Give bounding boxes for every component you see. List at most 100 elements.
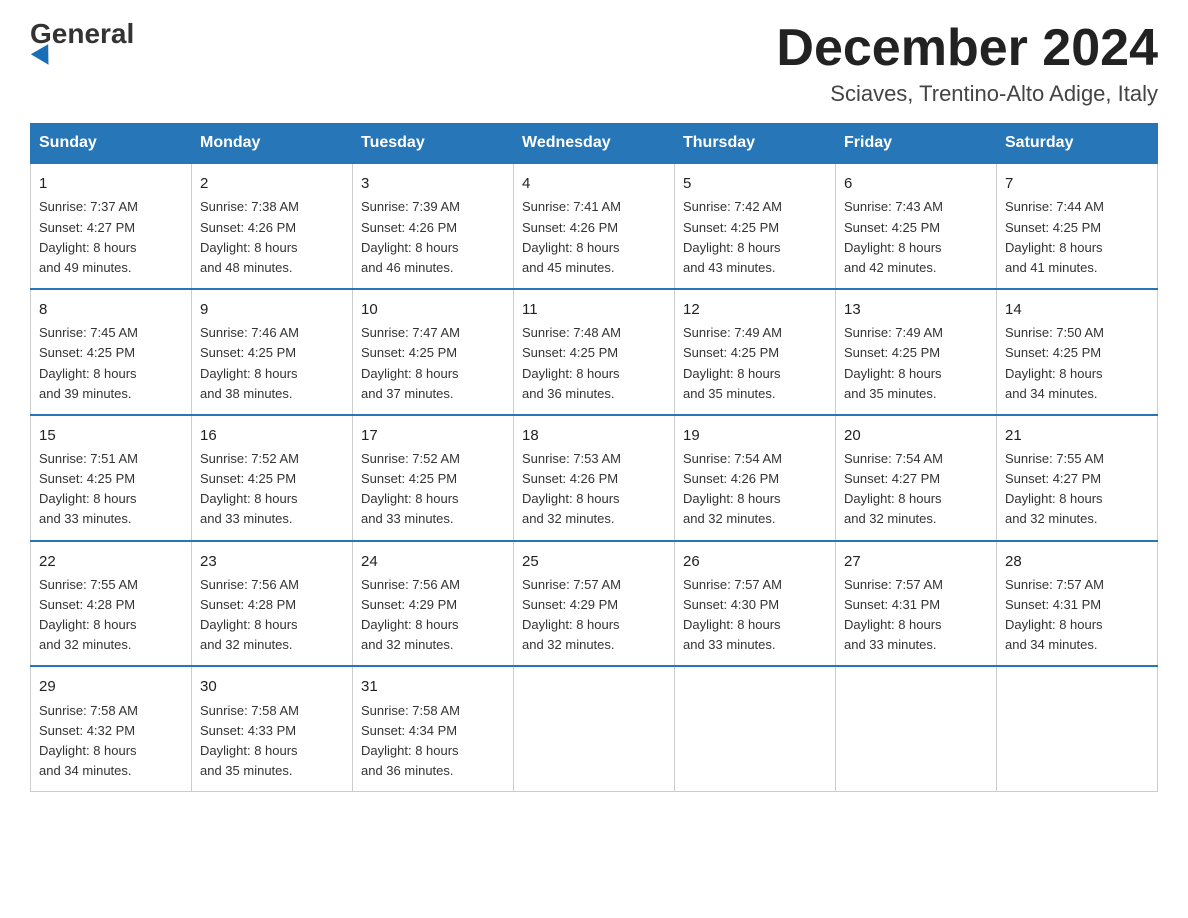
calendar-day-empty: [675, 666, 836, 791]
day-info: Sunrise: 7:58 AMSunset: 4:33 PMDaylight:…: [200, 701, 344, 782]
calendar-day-26: 26Sunrise: 7:57 AMSunset: 4:30 PMDayligh…: [675, 541, 836, 667]
calendar-day-30: 30Sunrise: 7:58 AMSunset: 4:33 PMDayligh…: [192, 666, 353, 791]
day-number: 25: [522, 550, 666, 573]
calendar-day-23: 23Sunrise: 7:56 AMSunset: 4:28 PMDayligh…: [192, 541, 353, 667]
day-info: Sunrise: 7:39 AMSunset: 4:26 PMDaylight:…: [361, 197, 505, 278]
day-number: 24: [361, 550, 505, 573]
day-info: Sunrise: 7:55 AMSunset: 4:27 PMDaylight:…: [1005, 449, 1149, 530]
day-info: Sunrise: 7:48 AMSunset: 4:25 PMDaylight:…: [522, 323, 666, 404]
day-info: Sunrise: 7:53 AMSunset: 4:26 PMDaylight:…: [522, 449, 666, 530]
day-number: 10: [361, 298, 505, 321]
calendar-day-14: 14Sunrise: 7:50 AMSunset: 4:25 PMDayligh…: [997, 289, 1158, 415]
weekday-header-sunday: Sunday: [31, 124, 192, 164]
day-info: Sunrise: 7:58 AMSunset: 4:34 PMDaylight:…: [361, 701, 505, 782]
day-info: Sunrise: 7:58 AMSunset: 4:32 PMDaylight:…: [39, 701, 183, 782]
calendar-day-7: 7Sunrise: 7:44 AMSunset: 4:25 PMDaylight…: [997, 163, 1158, 289]
calendar-day-18: 18Sunrise: 7:53 AMSunset: 4:26 PMDayligh…: [514, 415, 675, 541]
page-header: General December 2024 Sciaves, Trentino-…: [30, 20, 1158, 107]
day-info: Sunrise: 7:44 AMSunset: 4:25 PMDaylight:…: [1005, 197, 1149, 278]
calendar-day-3: 3Sunrise: 7:39 AMSunset: 4:26 PMDaylight…: [353, 163, 514, 289]
calendar-day-16: 16Sunrise: 7:52 AMSunset: 4:25 PMDayligh…: [192, 415, 353, 541]
day-info: Sunrise: 7:52 AMSunset: 4:25 PMDaylight:…: [361, 449, 505, 530]
calendar-day-8: 8Sunrise: 7:45 AMSunset: 4:25 PMDaylight…: [31, 289, 192, 415]
day-info: Sunrise: 7:46 AMSunset: 4:25 PMDaylight:…: [200, 323, 344, 404]
month-title: December 2024: [776, 20, 1158, 77]
day-number: 1: [39, 172, 183, 195]
day-number: 14: [1005, 298, 1149, 321]
weekday-header-friday: Friday: [836, 124, 997, 164]
day-number: 4: [522, 172, 666, 195]
day-info: Sunrise: 7:51 AMSunset: 4:25 PMDaylight:…: [39, 449, 183, 530]
day-info: Sunrise: 7:45 AMSunset: 4:25 PMDaylight:…: [39, 323, 183, 404]
calendar-day-15: 15Sunrise: 7:51 AMSunset: 4:25 PMDayligh…: [31, 415, 192, 541]
day-info: Sunrise: 7:37 AMSunset: 4:27 PMDaylight:…: [39, 197, 183, 278]
day-number: 16: [200, 424, 344, 447]
day-number: 28: [1005, 550, 1149, 573]
calendar-week-row: 1Sunrise: 7:37 AMSunset: 4:27 PMDaylight…: [31, 163, 1158, 289]
weekday-header-saturday: Saturday: [997, 124, 1158, 164]
calendar-table: SundayMondayTuesdayWednesdayThursdayFrid…: [30, 123, 1158, 792]
calendar-day-22: 22Sunrise: 7:55 AMSunset: 4:28 PMDayligh…: [31, 541, 192, 667]
logo-blue-text: [30, 48, 54, 66]
day-info: Sunrise: 7:38 AMSunset: 4:26 PMDaylight:…: [200, 197, 344, 278]
logo-general-text: General: [30, 20, 134, 48]
calendar-day-21: 21Sunrise: 7:55 AMSunset: 4:27 PMDayligh…: [997, 415, 1158, 541]
day-info: Sunrise: 7:55 AMSunset: 4:28 PMDaylight:…: [39, 575, 183, 656]
day-info: Sunrise: 7:49 AMSunset: 4:25 PMDaylight:…: [683, 323, 827, 404]
day-info: Sunrise: 7:42 AMSunset: 4:25 PMDaylight:…: [683, 197, 827, 278]
day-number: 7: [1005, 172, 1149, 195]
day-info: Sunrise: 7:57 AMSunset: 4:29 PMDaylight:…: [522, 575, 666, 656]
day-info: Sunrise: 7:47 AMSunset: 4:25 PMDaylight:…: [361, 323, 505, 404]
weekday-header-tuesday: Tuesday: [353, 124, 514, 164]
day-info: Sunrise: 7:50 AMSunset: 4:25 PMDaylight:…: [1005, 323, 1149, 404]
calendar-day-6: 6Sunrise: 7:43 AMSunset: 4:25 PMDaylight…: [836, 163, 997, 289]
calendar-day-13: 13Sunrise: 7:49 AMSunset: 4:25 PMDayligh…: [836, 289, 997, 415]
weekday-header-monday: Monday: [192, 124, 353, 164]
day-number: 27: [844, 550, 988, 573]
calendar-week-row: 8Sunrise: 7:45 AMSunset: 4:25 PMDaylight…: [31, 289, 1158, 415]
day-number: 8: [39, 298, 183, 321]
calendar-day-2: 2Sunrise: 7:38 AMSunset: 4:26 PMDaylight…: [192, 163, 353, 289]
day-number: 15: [39, 424, 183, 447]
day-number: 3: [361, 172, 505, 195]
day-number: 23: [200, 550, 344, 573]
calendar-day-20: 20Sunrise: 7:54 AMSunset: 4:27 PMDayligh…: [836, 415, 997, 541]
day-info: Sunrise: 7:57 AMSunset: 4:31 PMDaylight:…: [1005, 575, 1149, 656]
title-area: December 2024 Sciaves, Trentino-Alto Adi…: [776, 20, 1158, 107]
calendar-day-10: 10Sunrise: 7:47 AMSunset: 4:25 PMDayligh…: [353, 289, 514, 415]
day-number: 17: [361, 424, 505, 447]
calendar-header: SundayMondayTuesdayWednesdayThursdayFrid…: [31, 124, 1158, 164]
logo: General: [30, 20, 134, 66]
day-info: Sunrise: 7:56 AMSunset: 4:28 PMDaylight:…: [200, 575, 344, 656]
calendar-body: 1Sunrise: 7:37 AMSunset: 4:27 PMDaylight…: [31, 163, 1158, 792]
calendar-day-empty: [997, 666, 1158, 791]
logo-triangle-icon: [31, 44, 57, 70]
day-number: 31: [361, 675, 505, 698]
weekday-header-wednesday: Wednesday: [514, 124, 675, 164]
day-number: 11: [522, 298, 666, 321]
weekday-row: SundayMondayTuesdayWednesdayThursdayFrid…: [31, 124, 1158, 164]
day-info: Sunrise: 7:49 AMSunset: 4:25 PMDaylight:…: [844, 323, 988, 404]
location-title: Sciaves, Trentino-Alto Adige, Italy: [776, 81, 1158, 107]
day-number: 6: [844, 172, 988, 195]
calendar-week-row: 15Sunrise: 7:51 AMSunset: 4:25 PMDayligh…: [31, 415, 1158, 541]
weekday-header-thursday: Thursday: [675, 124, 836, 164]
calendar-day-12: 12Sunrise: 7:49 AMSunset: 4:25 PMDayligh…: [675, 289, 836, 415]
day-number: 13: [844, 298, 988, 321]
day-info: Sunrise: 7:54 AMSunset: 4:26 PMDaylight:…: [683, 449, 827, 530]
day-number: 21: [1005, 424, 1149, 447]
day-info: Sunrise: 7:56 AMSunset: 4:29 PMDaylight:…: [361, 575, 505, 656]
day-info: Sunrise: 7:52 AMSunset: 4:25 PMDaylight:…: [200, 449, 344, 530]
calendar-day-31: 31 Sunrise: 7:58 AMSunset: 4:34 PMDayligh…: [353, 666, 514, 791]
calendar-day-empty: [836, 666, 997, 791]
calendar-day-4: 4Sunrise: 7:41 AMSunset: 4:26 PMDaylight…: [514, 163, 675, 289]
day-number: 22: [39, 550, 183, 573]
calendar-day-9: 9Sunrise: 7:46 AMSunset: 4:25 PMDaylight…: [192, 289, 353, 415]
calendar-day-28: 28Sunrise: 7:57 AMSunset: 4:31 PMDayligh…: [997, 541, 1158, 667]
day-info: Sunrise: 7:57 AMSunset: 4:30 PMDaylight:…: [683, 575, 827, 656]
calendar-day-24: 24Sunrise: 7:56 AMSunset: 4:29 PMDayligh…: [353, 541, 514, 667]
calendar-day-29: 29Sunrise: 7:58 AMSunset: 4:32 PMDayligh…: [31, 666, 192, 791]
calendar-week-row: 29Sunrise: 7:58 AMSunset: 4:32 PMDayligh…: [31, 666, 1158, 791]
day-info: Sunrise: 7:54 AMSunset: 4:27 PMDaylight:…: [844, 449, 988, 530]
day-number: 20: [844, 424, 988, 447]
